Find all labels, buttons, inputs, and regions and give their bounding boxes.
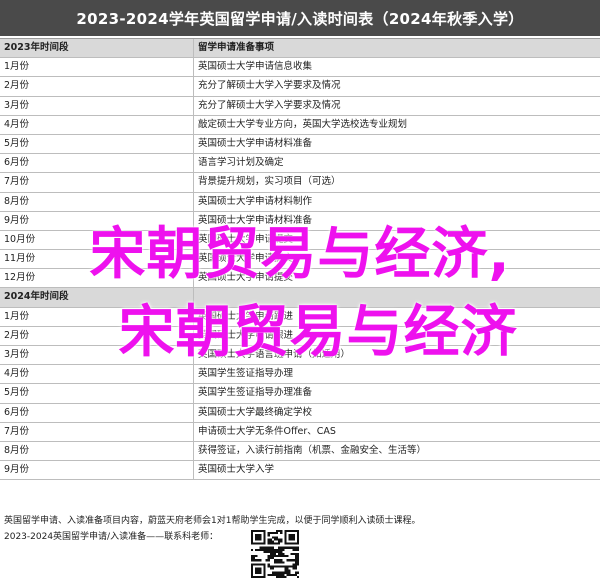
row-period: 9月份 (0, 461, 194, 480)
footer-line-1: 英国留学申请、入读准备项目内容，蔚蓝天府老师会1对1帮助学生完成，以便于同学顺利… (4, 516, 421, 526)
row-item: 充分了解硕士大学入学要求及情况 (198, 99, 341, 111)
row-item: 申请硕士大学无条件Offer、CAS (198, 425, 336, 437)
header-period: 2023年时间段 (0, 39, 194, 58)
row-item: 敲定硕士大学专业方向，英国大学选校选专业规划 (198, 118, 408, 130)
table-row: 1月份 英国硕士大学申请信息收集 (0, 58, 600, 78)
row-period: 8月份 (0, 441, 194, 461)
row-period: 1月份 (0, 58, 194, 77)
row-item: 充分了解硕士大学入学要求及情况 (198, 80, 341, 92)
table-row: 8月份 英国硕士大学申请材料制作 (0, 192, 600, 212)
row-period: 7月份 (0, 422, 194, 441)
table-row: 6月份 语言学习计划及确定 (0, 154, 600, 174)
row-period: 4月份 (0, 115, 194, 134)
table-row: 3月份 充分了解硕士大学入学要求及情况 (0, 96, 600, 116)
table-row: 2月份 充分了解硕士大学入学要求及情况 (0, 77, 600, 97)
document-page: 2023-2024学年英国留学申请/入读时间表（2024年秋季入学） 2023年… (0, 0, 600, 584)
row-item: 英国硕士大学最终确定学校 (198, 406, 313, 418)
row-item: 英国硕士大学申请材料准备 (198, 137, 313, 149)
table-header-row: 2023年时间段 留学申请准备事项 (0, 39, 600, 59)
table-row: 5月份 英国学生签证指导办理准备 (0, 384, 600, 404)
row-period: 3月份 (0, 96, 194, 115)
table-row: 4月份 敲定硕士大学专业方向，英国大学选校选专业规划 (0, 115, 600, 135)
watermark-overlay-line-2: 宋朝贸易与经济 (118, 300, 518, 365)
row-item: 背景提升规划，实习项目（可选） (198, 176, 341, 188)
row-period: 8月份 (0, 192, 194, 211)
table-row: 6月份 英国硕士大学最终确定学校 (0, 403, 600, 423)
header-items: 留学申请准备事项 (198, 42, 275, 53)
table-row: 9月份 英国硕士大学入学 (0, 461, 600, 481)
row-period: 5月份 (0, 384, 194, 403)
table-row: 7月份 背景提升规划，实习项目（可选） (0, 173, 600, 193)
table-row: 8月份 获得签证，入读行前指南（机票、金融安全、生活等） (0, 441, 600, 462)
row-period: 6月份 (0, 403, 194, 422)
row-period: 6月份 (0, 154, 194, 173)
row-period: 4月份 (0, 365, 194, 384)
row-period: 7月份 (0, 173, 194, 192)
row-period: 2月份 (0, 77, 194, 96)
document-title: 2023-2024学年英国留学申请/入读时间表（2024年秋季入学） (0, 0, 600, 36)
row-item: 获得签证，入读行前指南（机票、金融安全、生活等） (198, 444, 427, 456)
row-item: 英国硕士大学申请材料制作 (198, 195, 313, 207)
table-row: 5月份 英国硕士大学申请材料准备 (0, 134, 600, 155)
watermark-overlay-line-1: 宋朝贸易与经济, (89, 222, 511, 287)
row-item: 英国学生签证指导办理准备 (198, 387, 313, 399)
table-row: 4月份 英国学生签证指导办理 (0, 365, 600, 385)
table-row: 7月份 申请硕士大学无条件Offer、CAS (0, 422, 600, 442)
qr-code-image (249, 528, 301, 580)
row-item: 英国硕士大学入学 (198, 464, 275, 476)
row-item: 语言学习计划及确定 (198, 157, 284, 169)
row-item: 英国硕士大学申请信息收集 (198, 61, 313, 73)
row-period: 5月份 (0, 134, 194, 154)
row-item: 英国学生签证指导办理 (198, 368, 294, 380)
